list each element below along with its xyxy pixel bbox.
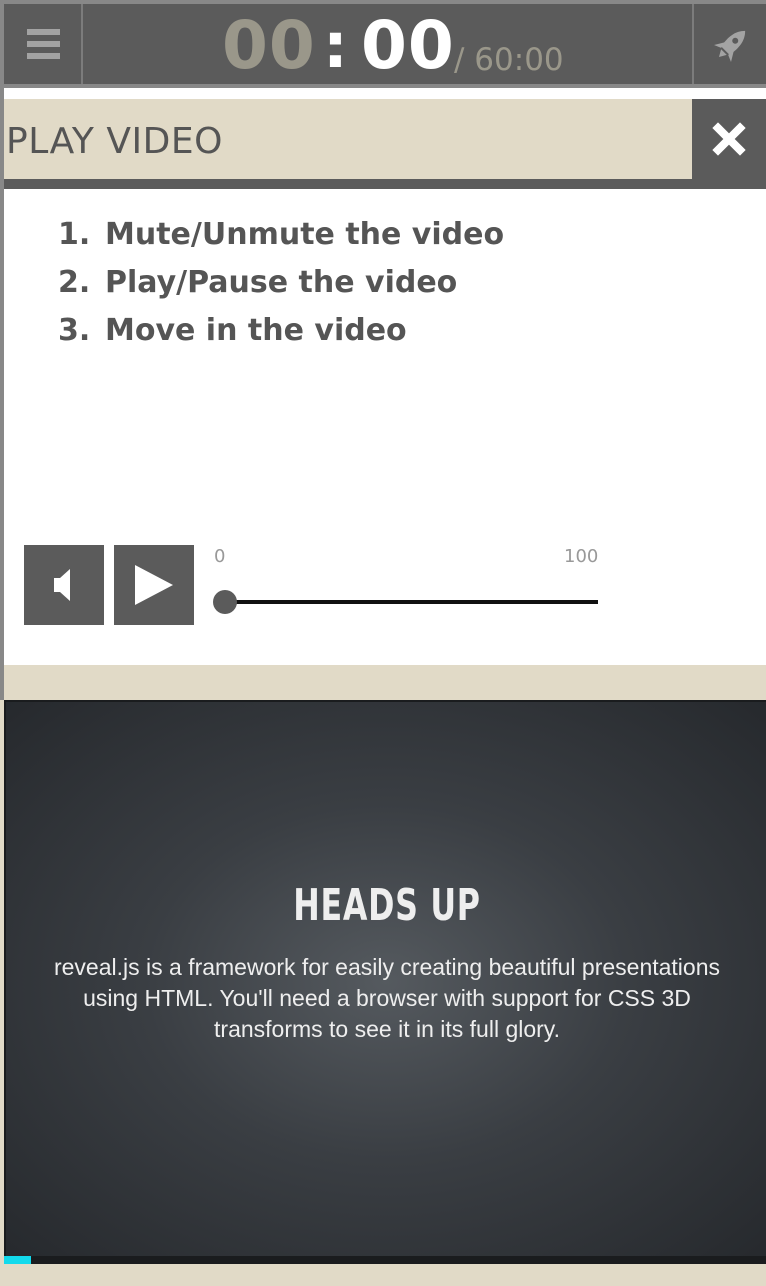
header-gap — [4, 88, 766, 99]
panel-footer — [4, 665, 766, 700]
slider-min-label: 0 — [214, 546, 226, 567]
close-icon — [712, 122, 746, 156]
panel-header-shadow — [4, 179, 692, 189]
mute-button[interactable] — [24, 545, 104, 625]
slide-progress-fill — [4, 1256, 31, 1264]
instructions-list: 1. Mute/Unmute the video 2. Play/Pause the… — [58, 211, 504, 355]
step-number: 2. — [58, 265, 91, 300]
list-item: 1. Mute/Unmute the video — [58, 211, 504, 259]
slide-text: reveal.js is a framework for easily crea… — [53, 954, 721, 1042]
panel-title: PLAY VIDEO — [6, 121, 223, 162]
presentation-slide: HEADS UP reveal.js is a framework for ea… — [4, 700, 766, 1262]
list-item: 3. Move in the video — [58, 307, 504, 355]
list-item: 2. Play/Pause the video — [58, 259, 504, 307]
toolbar-inner: 00 : 00 / 60:00 — [4, 4, 766, 84]
step-number: 1. — [58, 217, 91, 252]
play-icon — [135, 565, 173, 605]
slide-title: HEADS UP — [293, 880, 481, 931]
step-text: Move in the video — [105, 313, 407, 348]
bottom-strip — [0, 1264, 766, 1286]
speaker-icon — [54, 569, 70, 601]
step-number: 3. — [58, 313, 91, 348]
top-toolbar: 00 : 00 / 60:00 — [0, 0, 766, 88]
step-text: Play/Pause the video — [105, 265, 458, 300]
timer-separator: : — [323, 9, 348, 82]
video-seek-track[interactable] — [224, 600, 598, 604]
slide-progress-bar — [4, 1256, 766, 1264]
timer-seconds: 00 — [361, 7, 455, 84]
step-text: Mute/Unmute the video — [105, 217, 505, 252]
rocket-button[interactable] — [692, 4, 766, 84]
play-button[interactable] — [114, 545, 194, 625]
panel-body: 1. Mute/Unmute the video 2. Play/Pause the… — [4, 189, 766, 665]
close-button[interactable] — [692, 99, 766, 189]
panel-header: PLAY VIDEO — [4, 99, 692, 179]
timer-display: 00 : 00 / 60:00 — [85, 4, 692, 84]
timer-total: / 60:00 — [454, 42, 564, 78]
timer-minutes: 00 — [222, 7, 316, 84]
video-seek-thumb[interactable] — [213, 590, 237, 614]
rocket-icon — [714, 30, 746, 62]
slider-max-label: 100 — [564, 546, 599, 567]
menu-button[interactable] — [4, 4, 83, 84]
